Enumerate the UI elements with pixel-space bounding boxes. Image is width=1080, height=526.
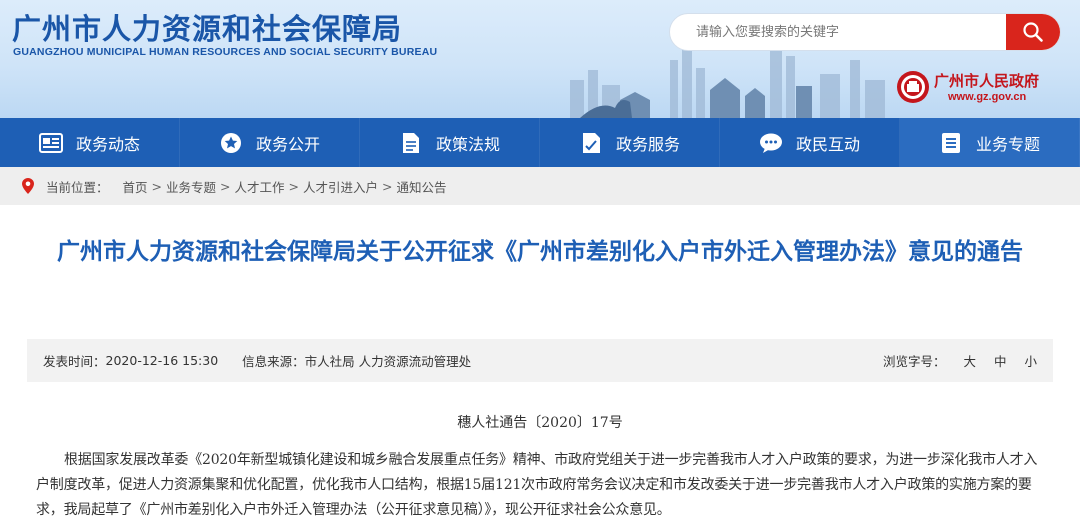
nav-item-label: 政策法规: [435, 134, 500, 154]
nav-item-label: 政民互动: [795, 134, 860, 154]
article-paragraph: 根据国家发展改革委《2020年新型城镇化建设和城乡融合发展重点任务》精神、市政府…: [36, 452, 1038, 518]
breadcrumb-label: 当前位置：: [46, 179, 109, 195]
source-label: 信息来源：: [242, 354, 305, 369]
nav-item-label: 政务动态: [75, 134, 140, 154]
breadcrumb-separator: >: [382, 178, 393, 194]
nav-item-news[interactable]: 政务动态: [0, 118, 180, 167]
service-icon: [579, 132, 603, 154]
breadcrumb-talent-work[interactable]: 人才工作: [235, 177, 285, 196]
search-box: [669, 13, 1061, 51]
list-icon: [939, 132, 963, 154]
star-badge-icon: [219, 132, 243, 154]
breadcrumb: 当前位置： 首页 > 业务专题 > 人才工作 > 人才引进入户 > 通知公告: [0, 167, 1080, 205]
publish-time-label: 发表时间：: [43, 354, 106, 369]
document-number: 穗人社通告〔2020〕17号: [457, 415, 623, 431]
article-title: 广州市人力资源和社会保障局关于公开征求《广州市差别化入户市外迁入管理办法》意见的…: [57, 239, 1023, 265]
nav-item-label: 政务公开: [255, 134, 320, 154]
article-meta-bar: 发表时间： 2020-12-16 15:30 信息来源： 市人社局 人力资源流动…: [27, 339, 1053, 382]
gov-url[interactable]: www.gz.gov.cn: [948, 91, 1026, 103]
search-input[interactable]: [670, 14, 1008, 50]
font-size-label: 浏览字号：: [882, 354, 946, 369]
nav-item-public[interactable]: 政务公开: [180, 118, 360, 167]
main-nav: 政务动态 政务公开 政策法规 政务服务 政民互动 业务专题: [0, 118, 1080, 167]
font-size-small[interactable]: 小: [1024, 351, 1037, 370]
document-icon: [399, 132, 423, 154]
breadcrumb-notices[interactable]: 通知公告: [397, 177, 447, 196]
header-banner: 广州市人力资源和社会保障局 GUANGZHOU MUNICIPAL HUMAN …: [0, 0, 1080, 118]
nav-item-label: 政务服务: [615, 134, 680, 154]
nav-item-policy[interactable]: 政策法规: [360, 118, 540, 167]
nav-item-interaction[interactable]: 政民互动: [720, 118, 900, 167]
font-size-medium[interactable]: 中: [994, 351, 1007, 370]
breadcrumb-home[interactable]: 首页: [123, 177, 148, 196]
breadcrumb-separator: >: [288, 178, 300, 194]
site-subtitle: GUANGZHOU MUNICIPAL HUMAN RESOURCES AND …: [13, 46, 438, 58]
location-pin-icon: [22, 178, 34, 194]
breadcrumb-talent-settlement[interactable]: 人才引进入户: [303, 177, 378, 196]
gov-emblem-icon: [897, 71, 929, 103]
nav-item-service[interactable]: 政务服务: [540, 118, 720, 167]
breadcrumb-separator: >: [151, 178, 163, 194]
breadcrumb-separator: >: [220, 178, 231, 194]
nav-item-label: 业务专题: [975, 134, 1040, 154]
nav-item-topics[interactable]: 业务专题: [900, 118, 1080, 167]
publish-time: 2020-12-16 15:30: [105, 353, 219, 368]
chat-icon: [759, 132, 783, 154]
search-icon: [1023, 22, 1043, 42]
gov-name[interactable]: 广州市人民政府: [934, 70, 1039, 91]
font-size-large[interactable]: 大: [963, 351, 976, 370]
site-title: 广州市人力资源和社会保障局: [12, 12, 403, 46]
search-button[interactable]: [1006, 14, 1060, 50]
news-icon: [38, 132, 63, 154]
source: 市人社局 人力资源流动管理处: [304, 354, 472, 369]
breadcrumb-topics[interactable]: 业务专题: [166, 177, 216, 196]
